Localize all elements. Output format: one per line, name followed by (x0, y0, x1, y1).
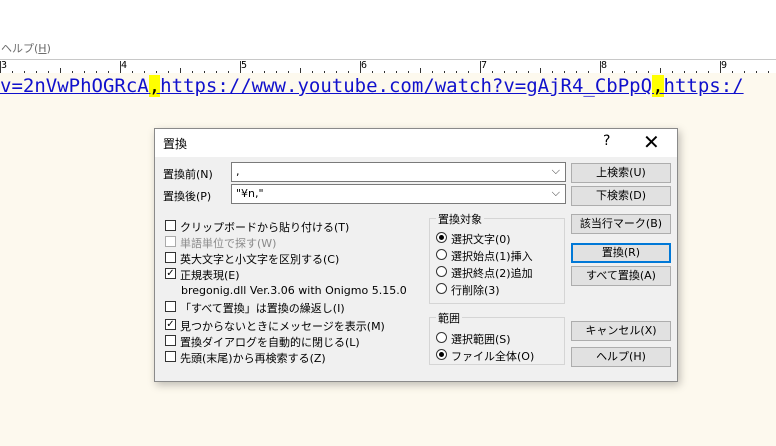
url-link[interactable]: https://www.youtube.com/watch?v=gAjR4_Cb… (160, 75, 652, 97)
replace-target-group: 置換対象 選択文字(0) 選択始点(1)挿入 選択終点(2)追加 行削除(3) (429, 211, 565, 304)
radio-label: 選択文字(0) (451, 233, 511, 246)
checkbox-label: 正規表現(E) (180, 269, 240, 282)
radio-dot[interactable] (436, 249, 447, 260)
checkbox-label: 見つからないときにメッセージを表示(M) (180, 320, 385, 333)
radio-label: 選択範囲(S) (451, 333, 511, 346)
chevron-down-icon[interactable]: ⌵ (552, 164, 560, 178)
find-combobox[interactable]: , ⌵ (231, 162, 566, 182)
checkbox-label: クリップボードから貼り付ける(T) (180, 221, 350, 234)
find-label: 置換前(N) (163, 168, 213, 181)
dialog-titlebar[interactable]: 置換 ? ✕ (155, 129, 677, 157)
checkbox-box[interactable] (165, 335, 176, 346)
radio-label: ファイル全体(O) (451, 350, 535, 363)
close-icon[interactable]: ✕ (643, 130, 660, 154)
ruler-mark: 9 (721, 60, 728, 71)
checkbox-label: 単語単位で探す(W) (180, 237, 277, 250)
menu-help-suffix: ) (46, 42, 51, 55)
checkbox-box[interactable] (165, 252, 176, 263)
radio-label: 選択始点(1)挿入 (451, 250, 533, 263)
checkmark-icon[interactable]: ✓ (165, 268, 176, 279)
ruler-mark: 5 (241, 60, 248, 71)
search-down-button[interactable]: 下検索(D) (571, 186, 671, 206)
title-area (0, 0, 776, 38)
radio-dot[interactable] (436, 232, 447, 243)
match-highlight: , (652, 75, 664, 97)
radio-dot[interactable] (436, 266, 447, 277)
checkbox-label: 英大文字と小文字を区別する(C) (180, 253, 340, 266)
menu-help[interactable]: ヘルプ(H) (1, 40, 51, 56)
menu-help-label: ヘルプ( (1, 42, 39, 55)
dialog-title: 置換 (163, 137, 188, 151)
checkbox-label: 置換ダイアログを自動的に閉じる(L) (180, 336, 360, 349)
replace-button[interactable]: 置換(R) (571, 243, 671, 263)
checkbox-box (165, 236, 176, 247)
replace-label: 置換後(P) (163, 190, 212, 203)
url-link[interactable]: https:/ (664, 75, 744, 97)
range-group: 範囲 選択範囲(S) ファイル全体(O) (429, 310, 565, 365)
menu-bar (0, 38, 776, 59)
ruler-mark: 7 (481, 60, 488, 71)
checkbox-box[interactable] (165, 301, 176, 312)
checkbox-label: 先頭(末尾)から再検索する(Z) (180, 352, 326, 365)
replace-value: "¥n," (236, 187, 264, 200)
checkbox-box[interactable] (165, 220, 176, 231)
search-up-button[interactable]: 上検索(U) (571, 163, 671, 183)
cancel-button[interactable]: キャンセル(X) (571, 321, 671, 341)
help-button[interactable]: ヘルプ(H) (571, 347, 671, 367)
url-fragment[interactable]: v=2nVwPhOGRcA (0, 75, 149, 97)
mark-lines-button[interactable]: 該当行マーク(B) (571, 214, 671, 234)
editor-text-line[interactable]: v=2nVwPhOGRcA,https://www.youtube.com/wa… (0, 73, 776, 99)
radio-dot[interactable] (436, 332, 447, 343)
radio-dot[interactable] (436, 349, 447, 360)
replace-combobox[interactable]: "¥n," ⌵ (231, 184, 566, 204)
group-title: 置換対象 (436, 211, 484, 227)
checkbox-label: 「すべて置換」は置換の繰返し(I) (180, 302, 345, 315)
radio-label: 選択終点(2)追加 (451, 267, 533, 280)
radio-dot[interactable] (436, 283, 447, 294)
group-title: 範囲 (436, 310, 462, 326)
replace-dialog: 置換 ? ✕ 置換前(N) , ⌵ 置換後(P) "¥n," ⌵ 上検索(U) … (154, 128, 678, 382)
radio-label: 行削除(3) (451, 284, 500, 297)
ruler-mark: 4 (121, 60, 128, 71)
chevron-down-icon[interactable]: ⌵ (552, 186, 560, 200)
ruler-mark: 3 (1, 60, 8, 71)
help-question-icon[interactable]: ? (603, 133, 610, 149)
regex-library-info: bregonig.dll Ver.3.06 with Onigmo 5.15.0 (181, 284, 407, 297)
menu-help-accesskey: H (38, 42, 47, 55)
find-value: , (236, 165, 240, 178)
editor-line-content: v=2nVwPhOGRcA,https://www.youtube.com/wa… (0, 73, 744, 99)
replace-all-button[interactable]: すべて置換(A) (571, 266, 671, 286)
match-highlight: , (148, 75, 161, 97)
ruler-mark: 8 (601, 60, 608, 71)
checkbox-box[interactable] (165, 351, 176, 362)
ruler-mark: 6 (361, 60, 368, 71)
checkmark-icon[interactable]: ✓ (165, 319, 176, 330)
